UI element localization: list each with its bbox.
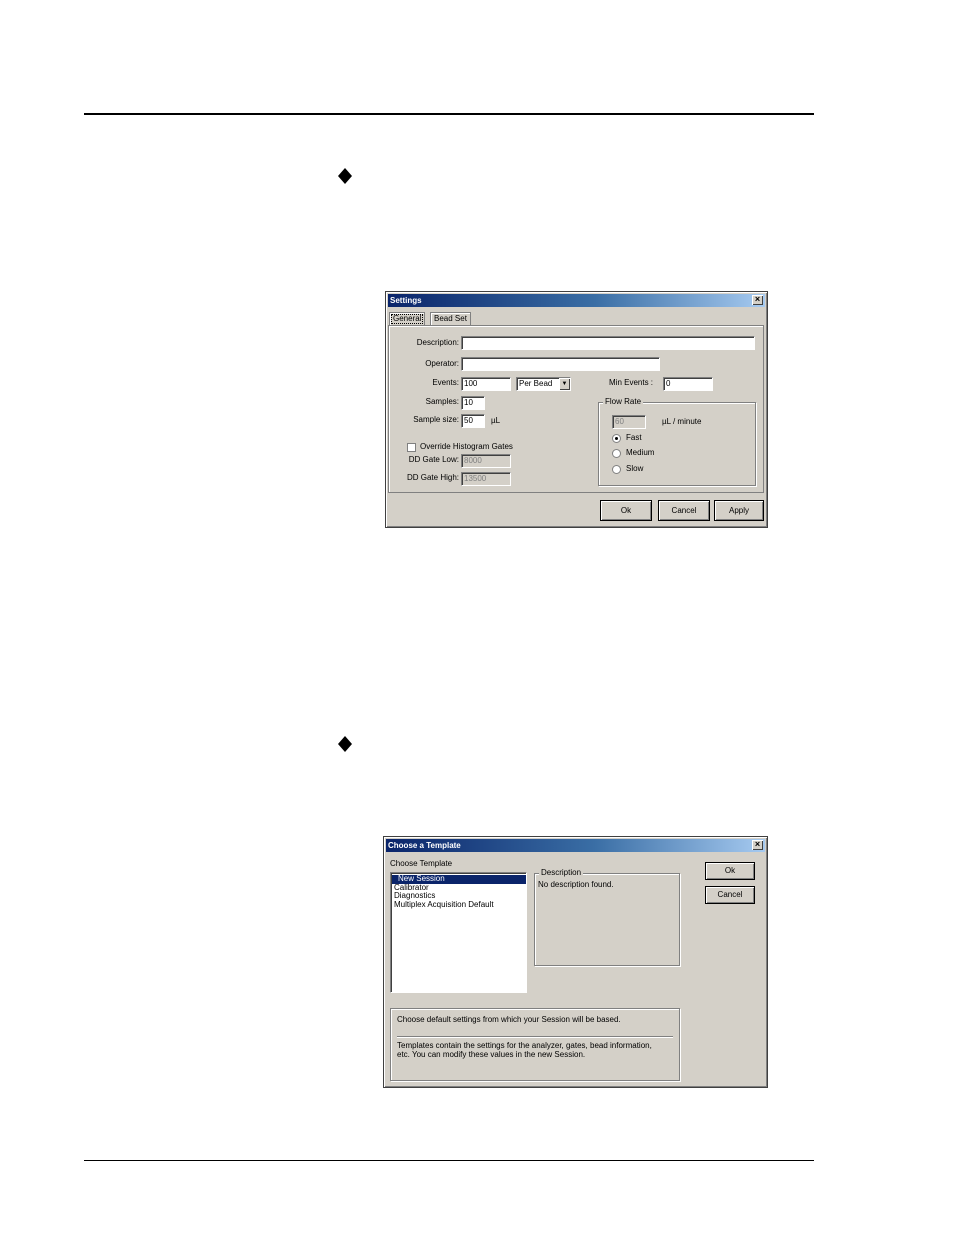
ok-button[interactable]: Ok bbox=[705, 862, 755, 880]
override-gates-label: Override Histogram Gates bbox=[420, 442, 513, 451]
list-item[interactable]: Multiplex Acquisition Default bbox=[392, 900, 525, 910]
ok-button[interactable]: Ok bbox=[600, 500, 652, 521]
info-line-3: etc. You can modify these values in the … bbox=[397, 1050, 586, 1059]
radio-medium-label: Medium bbox=[626, 448, 655, 457]
header-rule bbox=[84, 113, 814, 115]
min-events-field[interactable]: 0 bbox=[663, 377, 713, 391]
chevron-down-icon[interactable]: ▼ bbox=[559, 378, 570, 390]
radio-medium[interactable] bbox=[612, 449, 621, 458]
info-panel: Choose default settings from which your … bbox=[390, 1008, 680, 1081]
settings-dialog: Settings × General Bead Set Description:… bbox=[385, 291, 768, 528]
cancel-button[interactable]: Cancel bbox=[658, 500, 710, 521]
radio-fast-label: Fast bbox=[626, 433, 642, 442]
radio-fast[interactable] bbox=[612, 434, 621, 443]
apply-button[interactable]: Apply bbox=[714, 500, 764, 521]
footer-rule bbox=[84, 1160, 814, 1161]
operator-label: Operator: bbox=[425, 359, 459, 368]
general-tab-panel: Description: Operator: Events: 100 Per B… bbox=[388, 325, 764, 493]
template-titlebar: Choose a Template × bbox=[386, 839, 765, 852]
description-text: No description found. bbox=[538, 880, 614, 889]
settings-title: Settings bbox=[390, 296, 422, 305]
dd-gate-low-label: DD Gate Low: bbox=[408, 455, 459, 464]
sample-size-unit: µL bbox=[491, 416, 501, 425]
choose-template-dialog: Choose a Template × Choose Template New … bbox=[383, 836, 768, 1088]
cancel-button[interactable]: Cancel bbox=[705, 886, 755, 904]
description-field[interactable] bbox=[461, 336, 755, 350]
tab-general[interactable]: General bbox=[389, 312, 426, 326]
operator-field[interactable] bbox=[461, 357, 660, 371]
tab-bead-set[interactable]: Bead Set bbox=[430, 312, 471, 326]
description-legend: Description bbox=[539, 868, 584, 878]
choose-template-label: Choose Template bbox=[390, 859, 453, 868]
min-events-label: Min Events : bbox=[609, 378, 654, 387]
dd-gate-high-label: DD Gate High: bbox=[406, 473, 459, 482]
events-field[interactable]: 100 bbox=[461, 377, 511, 391]
radio-slow-label: Slow bbox=[626, 464, 644, 473]
close-icon[interactable]: × bbox=[752, 840, 763, 850]
template-list[interactable]: New Session Calibrator Diagnostics Multi… bbox=[390, 872, 527, 993]
events-label: Events: bbox=[432, 378, 459, 387]
flow-rate-group: Flow Rate 60 µL / minute Fast Medium Slo… bbox=[598, 397, 756, 486]
description-group: Description No description found. bbox=[534, 868, 680, 966]
template-title: Choose a Template bbox=[388, 841, 461, 850]
dd-gate-low-field[interactable]: 8000 bbox=[461, 454, 511, 468]
diamond-bullet-icon bbox=[338, 736, 352, 752]
samples-field[interactable]: 10 bbox=[461, 396, 485, 410]
sample-size-label: Sample size: bbox=[413, 415, 459, 424]
settings-titlebar: Settings × bbox=[388, 294, 765, 307]
flow-rate-field[interactable]: 60 bbox=[612, 415, 646, 429]
description-label: Description: bbox=[416, 338, 459, 347]
flow-rate-unit: µL / minute bbox=[662, 417, 702, 426]
samples-label: Samples: bbox=[425, 397, 459, 406]
flow-rate-legend: Flow Rate bbox=[603, 397, 644, 407]
radio-slow[interactable] bbox=[612, 465, 621, 474]
events-mode-select[interactable]: Per Bead ▼ bbox=[516, 377, 571, 391]
close-icon[interactable]: × bbox=[752, 295, 763, 305]
dd-gate-high-field[interactable]: 13500 bbox=[461, 472, 511, 486]
sample-size-field[interactable]: 50 bbox=[461, 414, 485, 428]
info-line-1: Choose default settings from which your … bbox=[397, 1015, 621, 1024]
override-gates-checkbox[interactable] bbox=[407, 443, 416, 452]
diamond-bullet-icon bbox=[338, 168, 352, 184]
info-divider bbox=[397, 1036, 673, 1037]
